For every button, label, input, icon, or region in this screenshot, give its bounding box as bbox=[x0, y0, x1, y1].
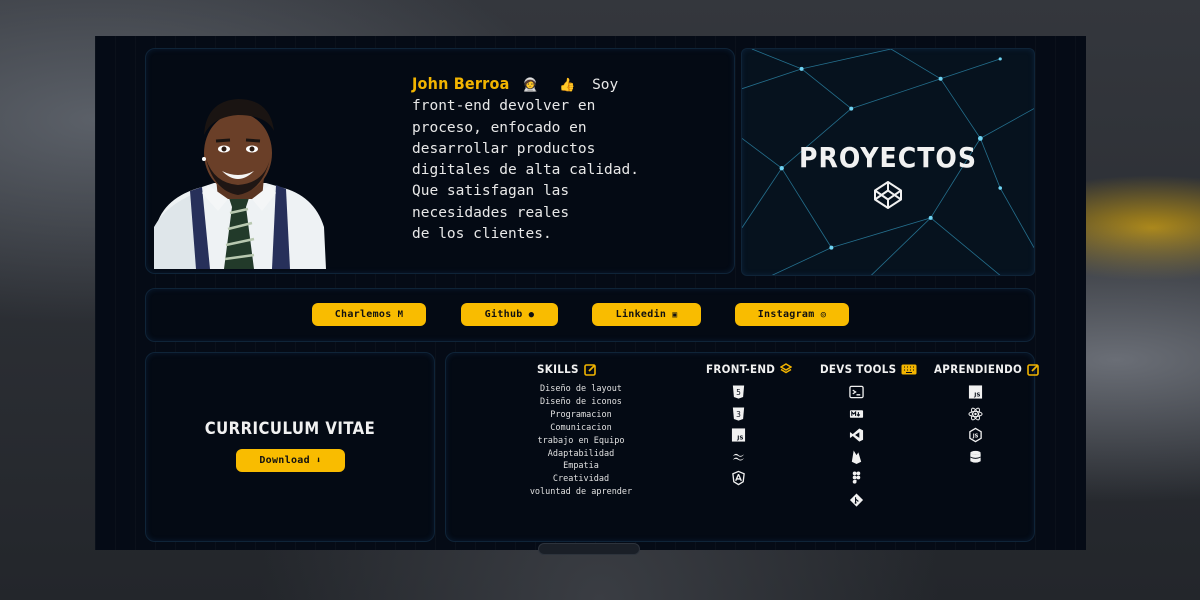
tailwind-icon bbox=[732, 453, 745, 460]
skill-item: Diseño de layout bbox=[540, 384, 622, 394]
github-icon: ● bbox=[528, 309, 535, 320]
vscode-icon bbox=[849, 428, 864, 442]
download-cv-button[interactable]: Download ⬇ bbox=[236, 449, 345, 472]
devtools-title-text: DEVS TOOLS bbox=[820, 362, 897, 376]
skills-list: Diseño de layout Diseño de iconos Progra… bbox=[446, 383, 716, 499]
svg-text:5: 5 bbox=[736, 388, 741, 397]
nodejs-icon: JS bbox=[969, 427, 982, 443]
javascript-icon: JS bbox=[731, 428, 746, 442]
devtools-icons bbox=[849, 384, 864, 508]
markdown-icon bbox=[849, 409, 864, 418]
edit-icon bbox=[583, 363, 596, 376]
css3-icon: 3 bbox=[732, 406, 745, 421]
linkedin-label: Linkedin bbox=[615, 309, 667, 320]
terminal-icon bbox=[849, 385, 864, 399]
social-links-card: Charlemos M Github ● Linkedin ▣ Instagra… bbox=[145, 288, 1035, 342]
devtools-title: DEVS TOOLS bbox=[820, 362, 917, 376]
skills-title-text: SKILLS bbox=[537, 362, 579, 376]
svg-text:3: 3 bbox=[736, 409, 741, 418]
scroll-indicator[interactable] bbox=[538, 543, 640, 555]
learning-icons: JS JS bbox=[968, 384, 983, 465]
cv-title: CURRICULUM VITAE bbox=[204, 419, 376, 438]
layers-icon bbox=[780, 363, 793, 374]
bio-line: digitales de alta calidad. bbox=[412, 162, 639, 179]
profile-name: John Berroa bbox=[412, 74, 510, 93]
git-icon bbox=[849, 492, 864, 507]
github-label: Github bbox=[484, 309, 523, 320]
bio-line: necesidades reales bbox=[412, 204, 570, 221]
bio-line: proceso, enfocado en bbox=[412, 119, 587, 136]
projects-card[interactable]: PROYECTOS bbox=[741, 48, 1035, 276]
thumbs-up-icon: 👍 bbox=[559, 78, 576, 93]
skill-item: Programacion bbox=[550, 409, 612, 420]
skill-item: Diseño de iconos bbox=[540, 396, 622, 407]
skills-card: SKILLS Diseño de layout Diseño de iconos… bbox=[445, 352, 1039, 542]
bio-line: Que satisfagan las bbox=[412, 183, 570, 200]
react-icon bbox=[968, 407, 983, 420]
svg-text:JS: JS bbox=[736, 436, 743, 442]
skills-title: SKILLS bbox=[537, 362, 597, 376]
gmail-icon: M bbox=[397, 309, 404, 320]
avatar bbox=[154, 99, 326, 269]
linkedin-icon: ▣ bbox=[672, 310, 678, 319]
svg-text:JS: JS bbox=[973, 393, 980, 399]
frontend-icons: 5 3 JS bbox=[731, 384, 746, 486]
bio-line: desarrollar productos bbox=[412, 140, 596, 157]
skill-item: voluntad de aprender bbox=[529, 487, 633, 498]
learning-title-text: APRENDIENDO bbox=[934, 362, 1023, 376]
database-icon bbox=[970, 450, 981, 463]
avatar-emoji-icon: 🧑‍🚀 bbox=[522, 78, 539, 93]
skill-item: Empatia bbox=[563, 461, 599, 472]
keyboard-icon bbox=[901, 364, 917, 374]
github-button[interactable]: Github ● bbox=[461, 303, 558, 326]
projects-title: PROYECTOS bbox=[799, 141, 977, 174]
skill-item: trabajo en Equipo bbox=[537, 435, 625, 446]
download-icon: ⬇ bbox=[315, 455, 322, 466]
figma-icon bbox=[852, 471, 861, 484]
linkedin-button[interactable]: Linkedin ▣ bbox=[592, 303, 701, 326]
bio-line: Soy bbox=[592, 77, 619, 93]
instagram-label: Instagram bbox=[757, 309, 815, 320]
bio-line: front-end devolver en bbox=[412, 98, 596, 115]
contact-button[interactable]: Charlemos M bbox=[312, 303, 426, 326]
frontend-title-text: FRONT-END bbox=[706, 362, 776, 376]
instagram-icon: ◎ bbox=[820, 309, 827, 320]
download-label: Download bbox=[259, 455, 310, 466]
svg-text:JS: JS bbox=[972, 433, 979, 439]
edit-icon bbox=[1027, 363, 1039, 376]
javascript-icon: JS bbox=[968, 385, 983, 399]
html5-icon: 5 bbox=[732, 385, 745, 399]
contact-label: Charlemos bbox=[334, 309, 392, 320]
intro-card: John Berroa 🧑‍🚀 👍 Soy front-end devolver… bbox=[145, 48, 735, 274]
portfolio-page: John Berroa 🧑‍🚀 👍 Soy front-end devolver… bbox=[95, 36, 1086, 550]
codepen-icon bbox=[874, 181, 902, 209]
skill-item: Creatividad bbox=[552, 474, 610, 485]
bio-text: John Berroa 🧑‍🚀 👍 Soy front-end devolver… bbox=[412, 73, 702, 245]
frontend-title: FRONT-END bbox=[706, 362, 793, 376]
instagram-button[interactable]: Instagram ◎ bbox=[735, 303, 849, 326]
learning-title: APRENDIENDO bbox=[934, 362, 1040, 376]
firebase-icon bbox=[851, 449, 862, 464]
skill-item: Comunicacion bbox=[550, 422, 612, 433]
bio-line: de los clientes. bbox=[412, 226, 552, 243]
angular-icon bbox=[732, 470, 745, 486]
skill-item: Adaptabilidad bbox=[547, 448, 615, 459]
curriculum-card: CURRICULUM VITAE Download ⬇ bbox=[145, 352, 435, 542]
